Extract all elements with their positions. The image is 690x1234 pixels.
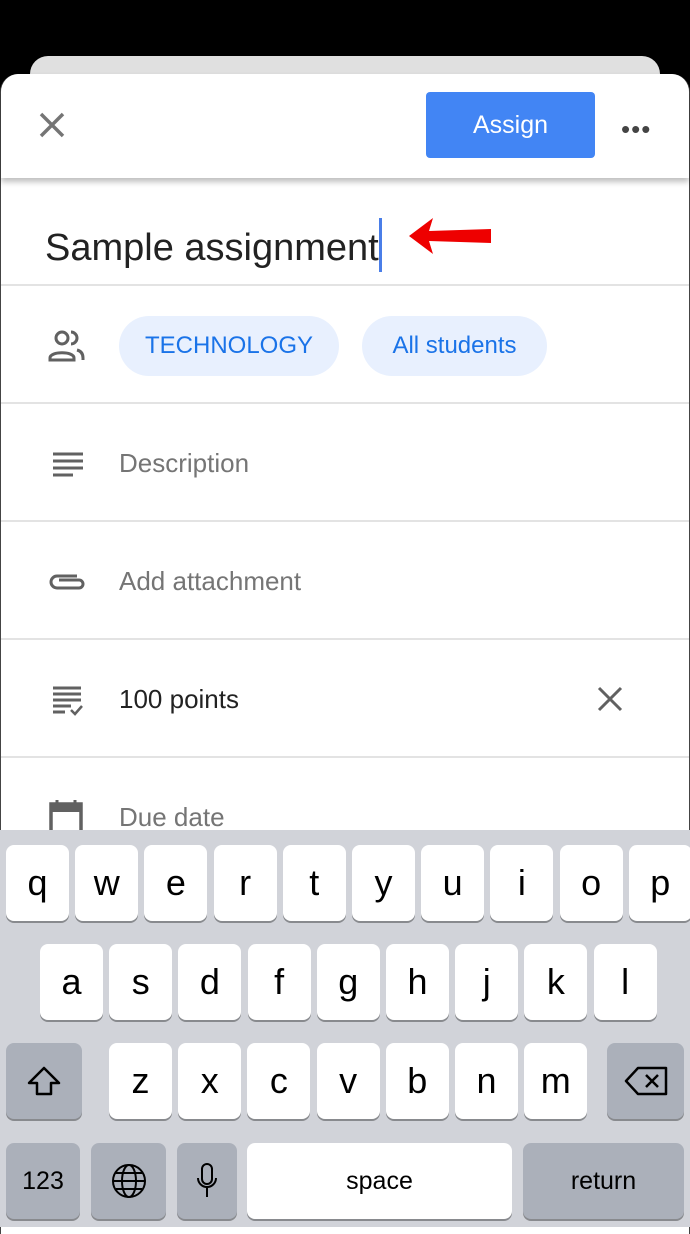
text-cursor <box>378 218 382 272</box>
shift-icon <box>27 1066 61 1096</box>
shift-key[interactable] <box>6 1043 82 1119</box>
key-u[interactable]: u <box>421 845 485 921</box>
attachment-row[interactable]: Add attachment <box>1 522 689 640</box>
key-k[interactable]: k <box>524 944 588 1020</box>
clear-points-icon[interactable] <box>597 686 623 712</box>
backspace-key[interactable] <box>607 1043 684 1119</box>
key-y[interactable]: y <box>352 845 415 921</box>
key-m[interactable]: m <box>524 1043 588 1119</box>
backspace-icon <box>624 1066 667 1096</box>
title-field[interactable]: Sample assignment <box>1 178 689 286</box>
key-x[interactable]: x <box>178 1043 242 1119</box>
audience-row: TECHNOLOGY All students <box>1 286 689 404</box>
key-l[interactable]: l <box>593 944 657 1020</box>
students-chip[interactable]: All students <box>362 316 547 376</box>
key-a[interactable]: a <box>40 944 103 1020</box>
key-v[interactable]: v <box>316 1043 380 1119</box>
grading-icon <box>53 686 83 716</box>
return-key[interactable]: return <box>523 1143 684 1219</box>
key-h[interactable]: h <box>386 944 449 1020</box>
close-icon[interactable] <box>35 108 69 142</box>
people-icon <box>48 330 85 362</box>
class-chip[interactable]: TECHNOLOGY <box>119 316 339 376</box>
key-j[interactable]: j <box>455 944 519 1020</box>
key-g[interactable]: g <box>316 944 380 1020</box>
space-key[interactable]: space <box>247 1143 512 1219</box>
points-row[interactable]: 100 points <box>1 640 689 758</box>
key-f[interactable]: f <box>247 944 311 1020</box>
key-p[interactable]: p <box>628 845 690 921</box>
due-date-label[interactable]: Due date <box>119 802 225 833</box>
notes-icon <box>53 452 83 477</box>
key-t[interactable]: t <box>282 845 346 921</box>
key-b[interactable]: b <box>385 1043 449 1119</box>
key-s[interactable]: s <box>109 944 173 1020</box>
numbers-key[interactable]: 123 <box>6 1143 80 1219</box>
keyboard: 123 space return qwertyuiop asdfghjkl zxcv… <box>0 830 690 1227</box>
globe-key[interactable] <box>91 1143 166 1219</box>
top-bar: Assign ••• <box>1 74 689 178</box>
assign-button[interactable]: Assign <box>426 92 595 158</box>
key-i[interactable]: i <box>490 845 554 921</box>
more-horizontal-icon[interactable]: ••• <box>621 114 651 145</box>
key-c[interactable]: c <box>247 1043 311 1119</box>
description-row[interactable]: Description <box>1 404 689 522</box>
key-q[interactable]: q <box>6 845 69 921</box>
description-input[interactable]: Description <box>119 448 249 479</box>
key-z[interactable]: z <box>109 1043 172 1119</box>
key-w[interactable]: w <box>75 845 139 921</box>
points-value[interactable]: 100 points <box>119 684 239 715</box>
add-attachment-label[interactable]: Add attachment <box>119 566 301 597</box>
key-o[interactable]: o <box>559 845 623 921</box>
key-e[interactable]: e <box>144 845 208 921</box>
key-d[interactable]: d <box>178 944 242 1020</box>
key-r[interactable]: r <box>213 845 277 921</box>
title-input[interactable]: Sample assignment <box>45 227 379 269</box>
paperclip-icon <box>49 574 85 590</box>
microphone-icon <box>197 1163 217 1197</box>
key-n[interactable]: n <box>455 1043 518 1119</box>
red-arrow-annotation <box>409 218 491 254</box>
globe-icon <box>111 1164 146 1198</box>
microphone-key[interactable] <box>177 1143 237 1219</box>
